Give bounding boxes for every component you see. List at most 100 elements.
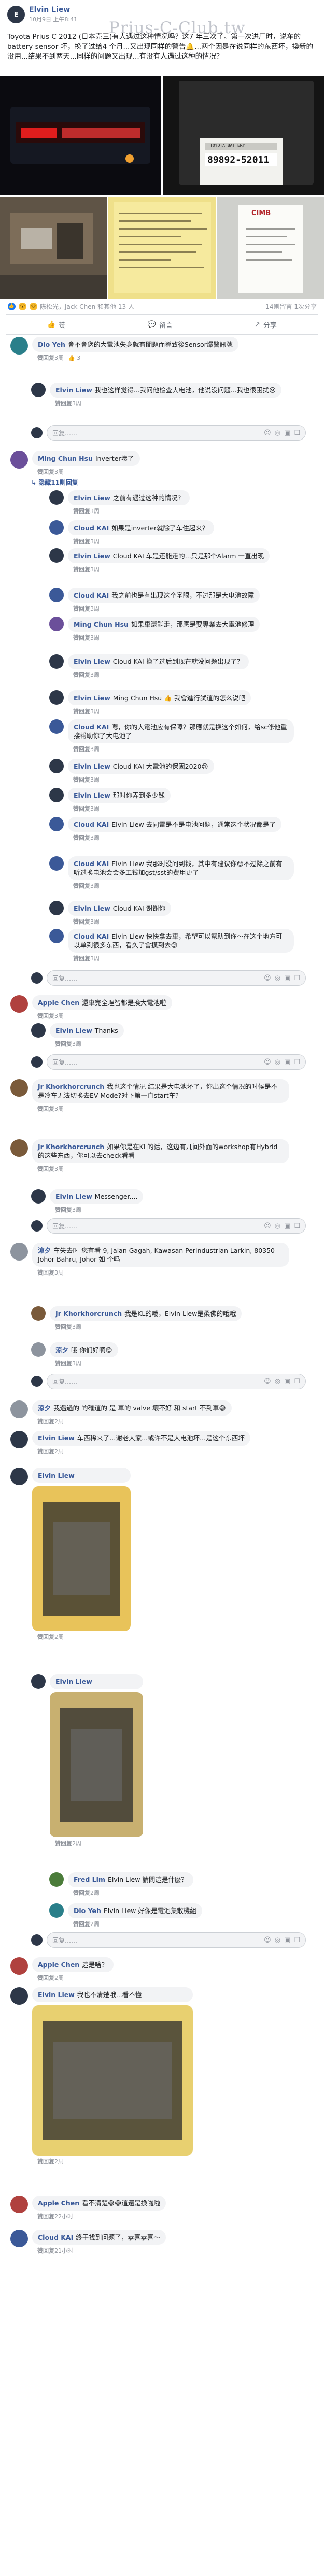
comment-time[interactable]: 3周	[72, 1207, 81, 1213]
comment-like-button[interactable]: 赞	[73, 508, 79, 515]
commenter-avatar[interactable]	[10, 337, 28, 355]
commenter-avatar[interactable]	[10, 1139, 28, 1157]
comment-reply-button[interactable]: 回复	[61, 1360, 72, 1367]
comment-time[interactable]: 3周	[90, 883, 100, 889]
comment-like-button[interactable]: 赞	[73, 538, 79, 545]
commenter-avatar[interactable]	[49, 617, 64, 631]
commenter-name[interactable]: Jr Khorkhorcrunch	[38, 1143, 104, 1151]
comment-like-button[interactable]: 赞	[73, 955, 79, 962]
comment-reply-button[interactable]: 回复	[43, 1634, 54, 1640]
commenter-name[interactable]: Dio Yeh	[74, 1907, 101, 1915]
comment-button[interactable]: 💬 留言	[148, 320, 173, 330]
commenter-avatar[interactable]	[31, 383, 46, 397]
comment-like-button[interactable]: 赞	[73, 634, 79, 641]
commenter-avatar[interactable]	[10, 2230, 28, 2247]
comment-photo[interactable]	[32, 1486, 131, 1631]
comment-time[interactable]: 3周	[54, 1269, 64, 1276]
comment-reply-button[interactable]: 回复	[79, 1921, 90, 1928]
commenter-avatar[interactable]	[49, 490, 64, 505]
commenter-name[interactable]: Cloud KAI	[74, 932, 109, 940]
commenter-name[interactable]: Elvin Liew	[74, 658, 110, 666]
commenter-name[interactable]: Elvin Liew	[74, 694, 110, 702]
commenter-avatar[interactable]	[49, 788, 64, 802]
comment-reply-button[interactable]: 回复	[79, 834, 90, 841]
comment-like-button[interactable]: 赞	[37, 1269, 43, 1276]
comment-reply-button[interactable]: 回复	[79, 918, 90, 925]
gif-icon[interactable]: ▣	[284, 1222, 290, 1230]
share-button[interactable]: ↗ 分享	[255, 320, 277, 330]
camera-icon[interactable]: ◎	[275, 429, 280, 437]
commenter-name[interactable]: Cloud KAI	[74, 820, 109, 828]
comment-time[interactable]: 3周	[90, 508, 100, 515]
comment-reply-button[interactable]: 回复	[79, 883, 90, 889]
commenter-avatar[interactable]	[10, 1957, 28, 1975]
comment-reply-button[interactable]: 回复	[79, 746, 90, 753]
commenter-name[interactable]: Ming Chun Hsu	[38, 455, 93, 462]
comment-like-button[interactable]: 赞	[55, 1360, 61, 1367]
commenter-name[interactable]: Elvin Liew	[55, 1027, 92, 1035]
commenter-avatar[interactable]	[49, 548, 64, 563]
comment-reply-button[interactable]: 回复	[43, 355, 54, 361]
commenter-avatar[interactable]	[31, 1023, 46, 1038]
camera-icon[interactable]: ◎	[275, 1058, 280, 1066]
commenter-name[interactable]: Elvin Liew	[74, 904, 110, 912]
commenter-name[interactable]: Elvin Liew	[74, 552, 110, 560]
commenter-avatar[interactable]	[10, 1431, 28, 1448]
comment-reply-button[interactable]: 回复	[43, 1975, 54, 1981]
commenter-avatar[interactable]	[49, 817, 64, 831]
emoji-icon[interactable]: ☺	[264, 429, 271, 437]
camera-icon[interactable]: ◎	[275, 1378, 280, 1385]
comment-like-button[interactable]: 赞	[55, 1041, 61, 1048]
comment-reply-button[interactable]: 回复	[79, 605, 90, 612]
commenter-name[interactable]: Elvin Liew	[74, 762, 110, 770]
comment-like-button[interactable]: 赞	[37, 1106, 43, 1112]
comment-reply-button[interactable]: 回复	[61, 1840, 72, 1847]
author-avatar[interactable]: E	[7, 6, 25, 23]
sticker-icon[interactable]: ☐	[294, 1058, 300, 1066]
commenter-name[interactable]: Ming Chun Hsu	[74, 620, 129, 628]
commenter-avatar[interactable]	[31, 1306, 46, 1321]
reply-input[interactable]: 回复…… ☺ ◎ ▣ ☐	[47, 1218, 306, 1234]
comment-time[interactable]: 2周	[54, 1975, 64, 1981]
comment-time[interactable]: 3周	[72, 1360, 81, 1367]
comment-like-button[interactable]: 赞	[37, 1448, 43, 1455]
commenter-avatar[interactable]	[49, 520, 64, 535]
post-author-name[interactable]: Elvin Liew	[29, 6, 77, 14]
comment-like-button[interactable]: 赞	[73, 672, 79, 678]
comment-reply-button[interactable]: 回复	[79, 508, 90, 515]
commenter-name[interactable]: Apple Chen	[38, 2199, 79, 2207]
comment-reply-button[interactable]: 回复	[43, 1418, 54, 1425]
gif-icon[interactable]: ▣	[284, 974, 290, 982]
comment-like-button[interactable]: 赞	[73, 883, 79, 889]
commenter-avatar[interactable]	[31, 1342, 46, 1357]
comment-time[interactable]: 3周	[90, 918, 100, 925]
commenter-avatar[interactable]	[49, 929, 64, 943]
gif-icon[interactable]: ▣	[284, 1058, 290, 1066]
comment-like-button[interactable]: 赞	[73, 918, 79, 925]
comment-reply-button[interactable]: 回复	[79, 955, 90, 962]
commenter-avatar[interactable]	[10, 1243, 28, 1261]
comment-like-button[interactable]: 赞	[37, 1013, 43, 1020]
comment-like-button[interactable]: 赞	[73, 1890, 79, 1896]
reactions-summary[interactable]: 👍 😮 😢 陈松光，Jack Chen 和其他 13 人	[7, 302, 134, 311]
sticker-icon[interactable]: ☐	[294, 1378, 300, 1385]
comment-time[interactable]: 3周	[54, 1166, 64, 1172]
comment-reply-button[interactable]: 回复	[43, 469, 54, 475]
comment-reply-button[interactable]: 回复	[43, 2213, 54, 2220]
gif-icon[interactable]: ▣	[284, 1378, 290, 1385]
reply-input[interactable]: 回复…… ☺ ◎ ▣ ☐	[47, 1054, 306, 1070]
commenter-avatar[interactable]	[10, 1400, 28, 1418]
comment-time[interactable]: 3周	[54, 1013, 64, 1020]
sticker-icon[interactable]: ☐	[294, 974, 300, 982]
comment-like-button[interactable]: 赞	[73, 834, 79, 841]
photo-invoice-yellow[interactable]	[108, 197, 216, 299]
comment-like-button[interactable]: 赞	[37, 2158, 43, 2165]
comment-time[interactable]: 22小时	[54, 2213, 73, 2220]
comment-like-button[interactable]: 赞	[73, 746, 79, 753]
comment-like-button[interactable]: 赞	[37, 2213, 43, 2220]
comment-reply-button[interactable]: 回复	[43, 1269, 54, 1276]
comment-reply-button[interactable]: 回复	[43, 1448, 54, 1455]
comments-count[interactable]: 14则留言 1次分享	[265, 302, 317, 311]
commenter-name[interactable]: Elvin Liew	[55, 1678, 92, 1686]
commenter-name[interactable]: Cloud KAI	[74, 591, 109, 599]
